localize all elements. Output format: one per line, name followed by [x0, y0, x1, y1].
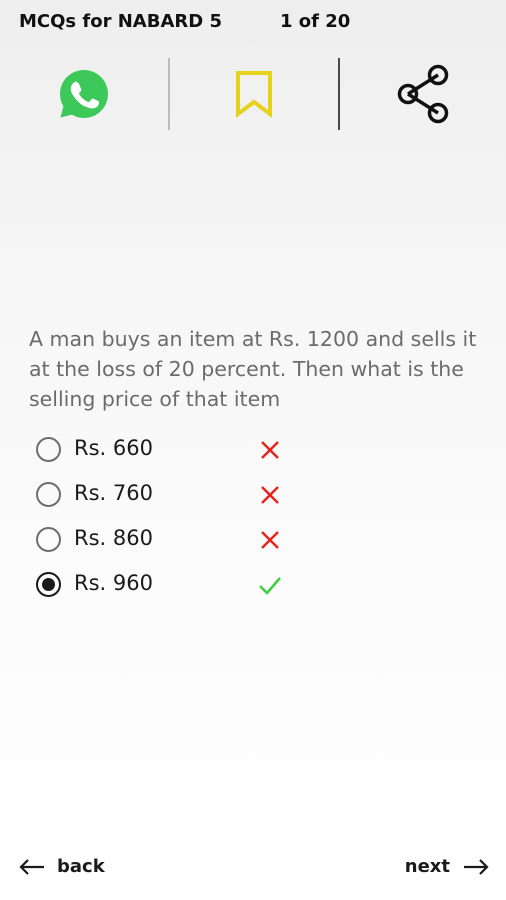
option-label: Rs. 960: [74, 571, 153, 595]
option-item[interactable]: Rs. 660: [36, 430, 336, 475]
radio-button[interactable]: [36, 437, 61, 462]
share-icon: [397, 64, 449, 124]
answer-options: Rs. 660 Rs. 760 Rs. 860 Rs. 960: [36, 430, 336, 610]
next-button[interactable]: next: [405, 856, 490, 877]
cross-icon: [261, 486, 279, 504]
whatsapp-share-button[interactable]: [44, 58, 124, 130]
radio-button-selected[interactable]: [36, 572, 61, 597]
radio-button[interactable]: [36, 527, 61, 552]
bottom-navigation: back next: [0, 852, 506, 888]
action-toolbar: [0, 58, 506, 130]
next-label: next: [404, 856, 450, 877]
bookmark-icon: [236, 71, 272, 118]
whatsapp-icon: [60, 70, 108, 118]
bookmark-button[interactable]: [214, 58, 294, 130]
cross-icon: [261, 441, 279, 459]
option-label: Rs. 860: [74, 526, 153, 550]
option-label: Rs. 660: [74, 436, 153, 460]
cross-icon: [261, 531, 279, 549]
back-button[interactable]: back: [18, 856, 105, 877]
app-header: MCQs for NABARD 5 1 of 20: [19, 11, 479, 37]
arrow-left-icon: [19, 858, 44, 875]
toolbar-divider: [338, 58, 340, 130]
page-title: MCQs for NABARD 5: [19, 11, 222, 32]
question-counter: 1 of 20: [280, 11, 351, 32]
share-button[interactable]: [384, 58, 464, 130]
question-text: A man buys an item at Rs. 1200 and sells…: [29, 327, 477, 411]
option-item[interactable]: Rs. 860: [36, 520, 336, 565]
arrow-right-icon: [464, 858, 489, 875]
toolbar-divider: [168, 58, 170, 130]
option-item[interactable]: Rs. 960: [36, 565, 336, 610]
checkmark-icon: [259, 577, 281, 595]
option-item[interactable]: Rs. 760: [36, 475, 336, 520]
radio-button[interactable]: [36, 482, 61, 507]
option-label: Rs. 760: [74, 481, 153, 505]
back-label: back: [57, 856, 105, 877]
